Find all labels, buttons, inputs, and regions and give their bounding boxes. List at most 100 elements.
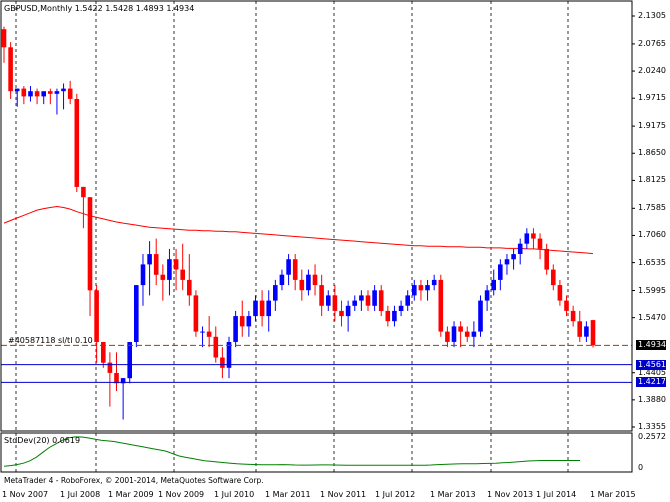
- candle-body: [464, 331, 470, 337]
- candle-body: [570, 310, 576, 322]
- candle-body: [418, 285, 424, 291]
- price-tick-label: 1.5995: [638, 285, 666, 295]
- price-tick-label: 1.7060: [638, 230, 666, 240]
- candle-body: [1, 29, 7, 48]
- candle-body: [48, 91, 53, 94]
- candle-body: [517, 243, 523, 254]
- candle-body: [292, 259, 298, 280]
- moving-average-line: [3, 205, 594, 255]
- price-tick-label: 1.9175: [638, 121, 666, 131]
- candle-body: [365, 295, 371, 306]
- candle-body: [127, 342, 132, 379]
- candle-body: [405, 295, 410, 306]
- symbol-ohlc-label: GBPUSD,Monthly 1.5422 1.5428 1.4893 1.49…: [4, 4, 195, 13]
- candle-body: [372, 290, 377, 306]
- candle-body: [21, 88, 27, 97]
- candle-body: [385, 310, 391, 322]
- candle-body: [226, 342, 232, 368]
- candle-body: [332, 295, 338, 311]
- candle-body: [81, 186, 86, 198]
- candle-body: [484, 290, 490, 301]
- moving-average-layer: [3, 205, 594, 255]
- candle-body: [345, 305, 351, 317]
- time-axis-label: 1 Mar 2015: [590, 490, 636, 499]
- candle-body: [206, 331, 212, 337]
- candle-body: [34, 91, 40, 97]
- candle-body: [511, 254, 516, 260]
- candle-body: [200, 331, 205, 333]
- candle-body: [326, 295, 331, 306]
- candle-body: [180, 269, 185, 280]
- candles-layer[interactable]: [1, 26, 596, 420]
- candle-body: [458, 326, 463, 332]
- candle-body: [504, 259, 510, 265]
- order-line-label: #40587118 sl/tl 0.10: [8, 336, 93, 345]
- candle-body: [114, 373, 119, 384]
- candle-body: [134, 285, 139, 342]
- candle-body: [41, 91, 46, 97]
- candle-body: [584, 326, 589, 337]
- candle-body: [299, 279, 305, 291]
- candle-body: [398, 305, 404, 311]
- price-chart[interactable]: [0, 0, 670, 502]
- candle-body: [61, 88, 66, 92]
- candle-body: [140, 264, 146, 286]
- candle-body: [259, 300, 265, 317]
- candle-body: [187, 279, 192, 296]
- candle-body: [213, 336, 219, 358]
- candle-body: [54, 91, 60, 94]
- candle-body: [551, 269, 556, 286]
- candle-body: [74, 99, 80, 187]
- candle-body: [352, 300, 357, 306]
- time-axis-label: 1 Jul 2012: [375, 490, 416, 499]
- candle-body: [491, 279, 496, 291]
- time-axis-label: 1 Mar 2009: [108, 490, 154, 499]
- current-price-badge: 1.4934: [636, 340, 666, 351]
- price-tick-label: 1.5470: [638, 312, 666, 322]
- indicator-tick-label: 0.2572: [638, 432, 666, 441]
- candle-body: [67, 88, 73, 99]
- candle-body: [286, 259, 291, 275]
- candle-body: [246, 316, 252, 327]
- candle-body: [107, 362, 113, 373]
- candle-body: [87, 197, 93, 291]
- candle-body: [339, 310, 344, 317]
- price-tick-label: 2.0765: [638, 38, 666, 48]
- time-axis-label: 1 Nov 2007: [2, 490, 49, 499]
- candle-body: [531, 233, 536, 239]
- price-tick-label: 1.3880: [638, 394, 666, 404]
- price-tick-label: 1.8650: [638, 148, 666, 158]
- candle-body: [279, 274, 285, 285]
- candle-body: [564, 300, 569, 311]
- candle-body: [319, 285, 324, 306]
- candle-body: [590, 320, 596, 346]
- candle-body: [266, 300, 271, 317]
- candle-body: [306, 274, 311, 291]
- level-price-badge: 1.4561: [636, 359, 666, 370]
- candle-body: [147, 254, 152, 265]
- candle-body: [239, 316, 245, 327]
- price-tick-label: 1.7585: [638, 203, 666, 213]
- stddev-indicator-label: StdDev(20) 0.0619: [4, 436, 81, 445]
- copyright-footer: MetaTrader 4 - RoboForex, © 2001-2014, M…: [4, 476, 264, 485]
- candle-body: [193, 295, 199, 332]
- price-tick-label: 1.3355: [638, 422, 666, 431]
- candle-body: [392, 310, 397, 322]
- candle-body: [471, 331, 477, 337]
- candle-body: [577, 321, 582, 337]
- time-axis-label: 1 Jul 2014: [536, 490, 577, 499]
- candle-body: [359, 295, 364, 301]
- candle-body: [451, 326, 457, 342]
- candle-body: [537, 238, 543, 249]
- price-tick-label: 1.9715: [638, 93, 666, 103]
- time-axis-label: 1 Mar 2013: [430, 490, 476, 499]
- candle-body: [425, 285, 430, 291]
- candle-body: [167, 259, 172, 280]
- candle-body: [478, 300, 483, 332]
- candle-body: [153, 254, 159, 275]
- candle-body: [94, 290, 99, 342]
- main-chart-border: [0, 0, 633, 432]
- time-axis-label: 1 Jul 2008: [60, 490, 101, 499]
- candle-body: [8, 47, 13, 92]
- candle-body: [220, 357, 225, 368]
